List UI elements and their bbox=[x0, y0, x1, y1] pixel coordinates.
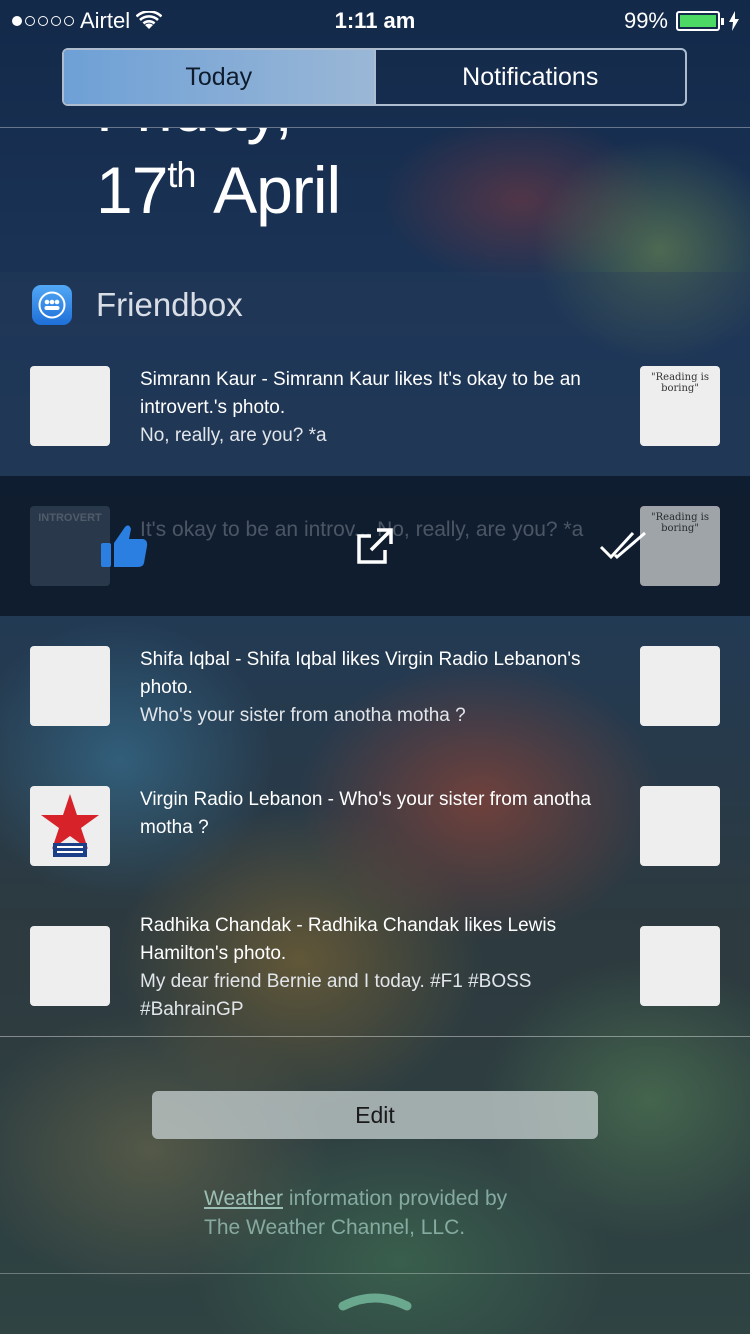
weekday-label: Friday, bbox=[96, 128, 293, 146]
notification-text: Virgin Radio Lebanon - Who's your sister… bbox=[140, 786, 630, 842]
battery-icon bbox=[676, 11, 724, 31]
charging-icon bbox=[729, 11, 739, 31]
battery-group: 99% bbox=[624, 8, 740, 34]
weather-link[interactable]: Weather bbox=[204, 1187, 283, 1210]
notification-row[interactable]: Radhika Chandak - Radhika Chandak likes … bbox=[0, 896, 750, 1036]
notification-row[interactable]: Virgin Radio Lebanon - Who's your sister… bbox=[0, 756, 750, 896]
weather-attribution-text: information provided by bbox=[283, 1187, 508, 1210]
avatar bbox=[30, 786, 110, 866]
notification-title: Radhika Chandak - Radhika Chandak likes … bbox=[140, 915, 557, 964]
avatar bbox=[30, 646, 110, 726]
photo-thumbnail bbox=[640, 646, 720, 726]
view-switcher: Today Notifications bbox=[62, 48, 687, 106]
open-external-icon bbox=[357, 528, 393, 564]
avatar bbox=[30, 926, 110, 1006]
date-month: April bbox=[213, 153, 341, 227]
date-suffix: th bbox=[167, 154, 196, 195]
edit-button[interactable]: Edit bbox=[152, 1091, 598, 1139]
thumbnail-caption: "Reading is boring" bbox=[651, 512, 709, 534]
notification-text: Shifa Iqbal - Shifa Iqbal likes Virgin R… bbox=[140, 646, 630, 730]
avatar bbox=[30, 366, 110, 446]
notification-row[interactable]: Shifa Iqbal - Shifa Iqbal likes Virgin R… bbox=[0, 616, 750, 756]
weather-attribution: Weather information provided by The Weat… bbox=[204, 1184, 624, 1242]
open-button[interactable] bbox=[349, 520, 401, 572]
notification-text: Radhika Chandak - Radhika Chandak likes … bbox=[140, 912, 630, 1024]
photo-thumbnail: "Reading is boring" bbox=[640, 366, 720, 446]
weather-provider: The Weather Channel, LLC. bbox=[204, 1216, 466, 1239]
tab-notifications[interactable]: Notifications bbox=[373, 50, 686, 104]
thumbnail-caption: "Reading is boring" bbox=[651, 372, 709, 394]
notification-title: Shifa Iqbal - Shifa Iqbal likes Virgin R… bbox=[140, 649, 581, 698]
mark-read-button[interactable] bbox=[598, 520, 650, 572]
photo-thumbnail bbox=[640, 926, 720, 1006]
photo-thumbnail: "Reading is boring" bbox=[640, 506, 720, 586]
notification-title: Simrann Kaur - Simrann Kaur likes It's o… bbox=[140, 369, 581, 418]
virgin-radio-logo-icon bbox=[41, 794, 99, 857]
notification-message: My dear friend Bernie and I today. #F1 #… bbox=[140, 971, 532, 1020]
notification-title: Virgin Radio Lebanon - Who's your sister… bbox=[140, 789, 592, 838]
notification-actions-row: INTROVERT It's okay to be an introv... N… bbox=[0, 476, 750, 616]
notification-text: Simrann Kaur - Simrann Kaur likes It's o… bbox=[140, 366, 630, 450]
date-day: 17 bbox=[96, 153, 168, 227]
date-summary: Friday, 17th April bbox=[0, 128, 750, 268]
mark-read-icon bbox=[599, 531, 646, 560]
tab-today[interactable]: Today bbox=[64, 50, 374, 104]
friendbox-widget-header[interactable]: Friendbox bbox=[0, 272, 750, 336]
status-bar: Airtel 1:11 am 99% bbox=[0, 0, 750, 40]
notification-row[interactable]: Simrann Kaur - Simrann Kaur likes It's o… bbox=[0, 336, 750, 476]
widget-title: Friendbox bbox=[96, 286, 243, 323]
battery-percent: 99% bbox=[623, 8, 668, 33]
notification-message: Who's your sister from anotha motha ? bbox=[140, 705, 466, 726]
like-icon bbox=[101, 525, 148, 567]
grabber-handle[interactable] bbox=[338, 1288, 412, 1314]
date-label: 17th April bbox=[96, 152, 341, 228]
divider bbox=[0, 1036, 750, 1037]
divider bbox=[0, 1273, 750, 1274]
friendbox-icon bbox=[32, 285, 72, 325]
like-button[interactable] bbox=[98, 520, 150, 572]
notification-message: No, really, are you? *a bbox=[140, 425, 327, 446]
photo-thumbnail bbox=[640, 786, 720, 866]
